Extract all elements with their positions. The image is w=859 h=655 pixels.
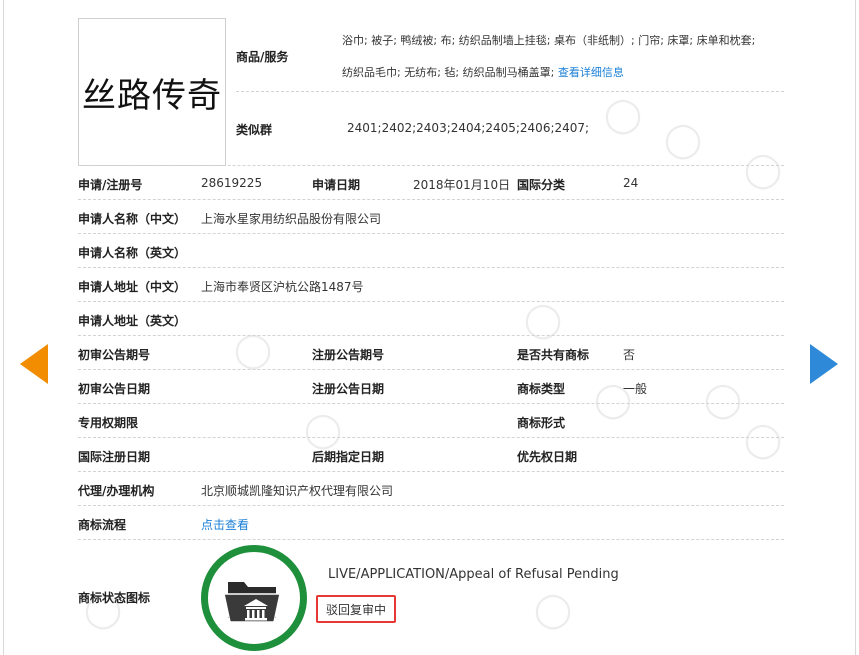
- reg-notice-date-label: 注册公告日期: [312, 382, 385, 396]
- divider: [78, 471, 784, 472]
- shared-value: 否: [623, 348, 636, 362]
- applicant-cn-label: 申请人名称（中文）: [78, 212, 187, 226]
- divider: [78, 539, 784, 540]
- exclusive-period-label: 专用权期限: [78, 416, 139, 430]
- process-label: 商标流程: [78, 518, 127, 532]
- intl-class-value: 24: [623, 176, 639, 190]
- reg-notice-no-label: 注册公告期号: [312, 348, 385, 362]
- later-date-label: 后期指定日期: [312, 450, 385, 464]
- watermark: ◯: [704, 380, 743, 420]
- apply-date-value: 2018年01月10日: [413, 178, 511, 192]
- agent-label: 代理/办理机构: [78, 484, 155, 498]
- arrow-left-icon[interactable]: [20, 344, 48, 384]
- divider: [78, 165, 784, 166]
- goods-line-2-text: 纺织品毛巾; 无纺布; 毡; 纺织品制马桶盖罩;: [342, 66, 555, 79]
- priority-date-label: 优先权日期: [517, 450, 578, 464]
- watermark: ◯: [744, 420, 783, 460]
- address-en-label: 申请人地址（英文）: [78, 314, 187, 328]
- trademark-image: 丝路传奇: [78, 18, 226, 166]
- tm-type-value: 一般: [623, 382, 648, 396]
- watermark: ◯: [304, 410, 343, 450]
- folder-courthouse-icon: [223, 582, 281, 623]
- reg-no-label: 申请/注册号: [78, 178, 143, 192]
- status-label: 商标状态图标: [78, 591, 151, 605]
- arrow-right-icon[interactable]: [810, 344, 838, 384]
- goods-line-2: 纺织品毛巾; 无纺布; 毡; 纺织品制马桶盖罩; 查看详细信息: [342, 64, 624, 80]
- status-en-text: LIVE/APPLICATION/Appeal of Refusal Pendi…: [328, 567, 619, 582]
- intl-class-label: 国际分类: [517, 178, 566, 192]
- similar-group-value: 2401;2402;2403;2404;2405;2406;2407;: [347, 121, 590, 135]
- tm-type-label: 商标类型: [517, 382, 566, 396]
- applicant-cn-value: 上海水星家用纺织品股份有限公司: [201, 212, 382, 226]
- tm-form-label: 商标形式: [517, 416, 566, 430]
- divider: [78, 233, 784, 234]
- divider: [78, 267, 784, 268]
- watermark: ◯: [234, 330, 273, 370]
- status-cn-text: 驳回复审中: [325, 602, 386, 617]
- agent-value: 北京顺城凯隆知识产权代理有限公司: [201, 484, 394, 498]
- divider: [78, 301, 784, 302]
- watermark: ◯: [604, 95, 643, 135]
- apply-date-label: 申请日期: [312, 178, 361, 192]
- watermark: ◯: [744, 150, 783, 190]
- prelim-no-label: 初审公告期号: [78, 348, 151, 362]
- detail-link[interactable]: 查看详细信息: [558, 66, 624, 79]
- divider: [236, 91, 784, 92]
- divider: [78, 335, 784, 336]
- trademark-detail-panel: ◯ ◯ ◯ ◯ ◯ ◯ ◯ ◯ ◯ ◯ ◯ 丝路传奇 商品/服务 浴巾; 被子;…: [3, 0, 856, 655]
- watermark: ◯: [664, 120, 703, 160]
- divider: [78, 437, 784, 438]
- status-cn-badge: 驳回复审中: [316, 595, 396, 623]
- divider: [78, 403, 784, 404]
- divider: [78, 369, 784, 370]
- divider: [78, 505, 784, 506]
- status-icon-ring: [201, 545, 307, 651]
- watermark: ◯: [524, 300, 563, 340]
- goods-label: 商品/服务: [236, 50, 289, 64]
- goods-line-1: 浴巾; 被子; 鸭绒被; 布; 纺织品制墙上挂毯; 桌布（非纸制）; 门帘; 床…: [342, 34, 756, 47]
- trademark-logo-text: 丝路传奇: [82, 75, 222, 116]
- reg-no-value: 28619225: [201, 176, 263, 190]
- applicant-en-label: 申请人名称（英文）: [78, 246, 187, 260]
- address-cn-label: 申请人地址（中文）: [78, 280, 187, 294]
- shared-label: 是否共有商标: [517, 348, 590, 362]
- similar-group-label: 类似群: [236, 123, 273, 137]
- watermark: ◯: [534, 590, 573, 630]
- process-link[interactable]: 点击查看: [201, 516, 249, 533]
- divider: [78, 199, 784, 200]
- address-cn-value: 上海市奉贤区沪杭公路1487号: [201, 280, 364, 294]
- prelim-date-label: 初审公告日期: [78, 382, 151, 396]
- intl-reg-date-label: 国际注册日期: [78, 450, 151, 464]
